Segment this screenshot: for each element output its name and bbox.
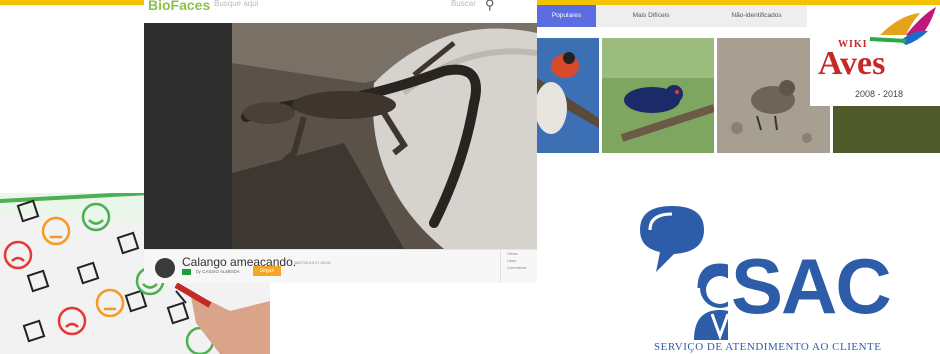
bird-thumbnail-1[interactable] [537,38,599,153]
biofaces-logo[interactable]: BioFaces [148,0,210,13]
post-footer: Calango ameaçando. 18/07/2015 07:23:00 b… [144,249,537,283]
lizard-photo-art [144,23,537,249]
bird-image-2 [602,38,714,153]
author-avatar[interactable] [155,258,175,278]
stat-comments: Comments [507,265,527,270]
stat-views: Views [507,251,518,256]
stat-likes: Likes [507,258,517,263]
search-input[interactable]: Busque aqui [214,0,258,8]
bird-thumbnail-2[interactable] [602,38,714,153]
biofaces-header: BioFaces Busque aqui Buscar ⚲ [144,0,537,23]
aves-logo-text: Aves [818,45,886,82]
search-button[interactable]: Buscar [451,0,476,8]
post-date: 18/07/2015 07:23:00 [294,260,331,265]
tab-nao-identificados[interactable]: Não-identificados [706,5,807,27]
post-stats: Views Likes Comments [500,250,538,283]
gallery-tabs: Populares Mais Difíceis Não-identificado… [537,5,807,27]
search-icon[interactable]: ⚲ [485,0,495,13]
wikiaves-years: 2008 - 2018 [855,89,904,99]
lizard-photo[interactable] [144,23,537,249]
customer-support-icon [640,206,728,340]
bird-image-1 [537,38,599,153]
follow-button[interactable]: Seguir [253,266,281,276]
brazil-flag-icon [182,269,191,275]
biofaces-post-card: BioFaces Busque aqui Buscar ⚲ Calango am… [144,0,537,283]
sac-caption: SERVIÇO DE ATENDIMENTO AO CLIENTE [654,341,882,353]
sac-title: SAC [731,242,892,330]
sac-logo: SAC SERVIÇO DE ATENDIMENTO AO CLIENTE [628,200,940,354]
tab-populares[interactable]: Populares [537,5,596,27]
wikiaves-logo[interactable]: WIKI Aves 2008 - 2018 [810,5,940,106]
tab-mais-dificeis[interactable]: Mais Difíceis [596,5,706,27]
post-author[interactable]: by CASSIO ALMEIDA [196,269,240,274]
hummingbird-icon [869,7,936,45]
